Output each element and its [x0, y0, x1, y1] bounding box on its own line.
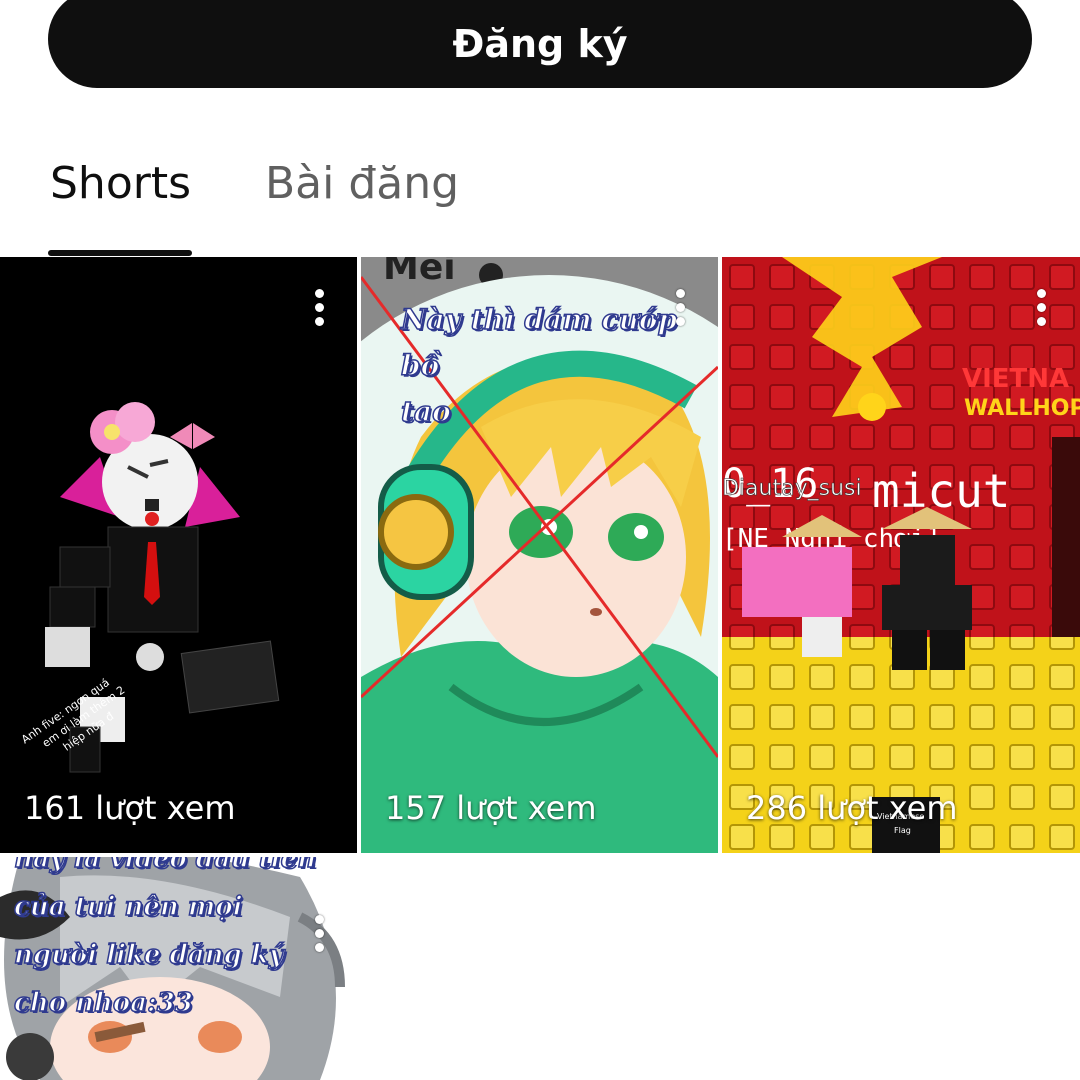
- tab-shorts[interactable]: Shorts: [50, 158, 191, 209]
- short-tile[interactable]: này là video đầu tiên của tui nên mọi ng…: [0, 857, 357, 1080]
- svg-text:VIETNA: VIETNA: [962, 364, 1069, 394]
- short-thumbnail: VIETNA WALLHOP 0_16 micut Diautay_susi […: [722, 257, 1080, 853]
- more-options-icon[interactable]: [309, 289, 329, 333]
- subscribe-button[interactable]: Đăng ký: [48, 0, 1032, 88]
- svg-text:micut: micut: [872, 464, 1010, 518]
- tab-selected-indicator: [48, 250, 192, 256]
- channel-tabs: Shorts Bài đăng: [0, 130, 1080, 256]
- view-count: 286 lượt xem: [746, 789, 958, 827]
- short-overlay-caption: này là video đầu tiên của tui nên mọi ng…: [13, 857, 317, 1019]
- svg-text:Mei: Mei: [383, 257, 456, 288]
- svg-text:Flag: Flag: [894, 826, 911, 835]
- view-count: 161 lượt xem: [24, 789, 236, 827]
- svg-text:Diautay_susi: Diautay_susi: [722, 476, 862, 501]
- view-count: 157 lượt xem: [385, 789, 597, 827]
- short-tile[interactable]: Anh five: ngon quá em ơi làm thêm 2 hiệp…: [0, 257, 357, 853]
- more-options-icon[interactable]: [309, 915, 329, 959]
- svg-text:WALLHOP: WALLHOP: [964, 396, 1080, 421]
- tab-posts[interactable]: Bài đăng: [265, 158, 459, 209]
- short-tile[interactable]: Mei Này thì dám cướp bồ tao 157 lượt xem: [361, 257, 718, 853]
- subscribe-label: Đăng ký: [452, 22, 628, 66]
- short-thumbnail: Anh five: ngon quá em ơi làm thêm 2 hiệp…: [0, 257, 357, 853]
- more-options-icon[interactable]: [1031, 289, 1051, 333]
- short-tile[interactable]: VIETNA WALLHOP 0_16 micut Diautay_susi […: [722, 257, 1080, 853]
- more-options-icon[interactable]: [670, 289, 690, 333]
